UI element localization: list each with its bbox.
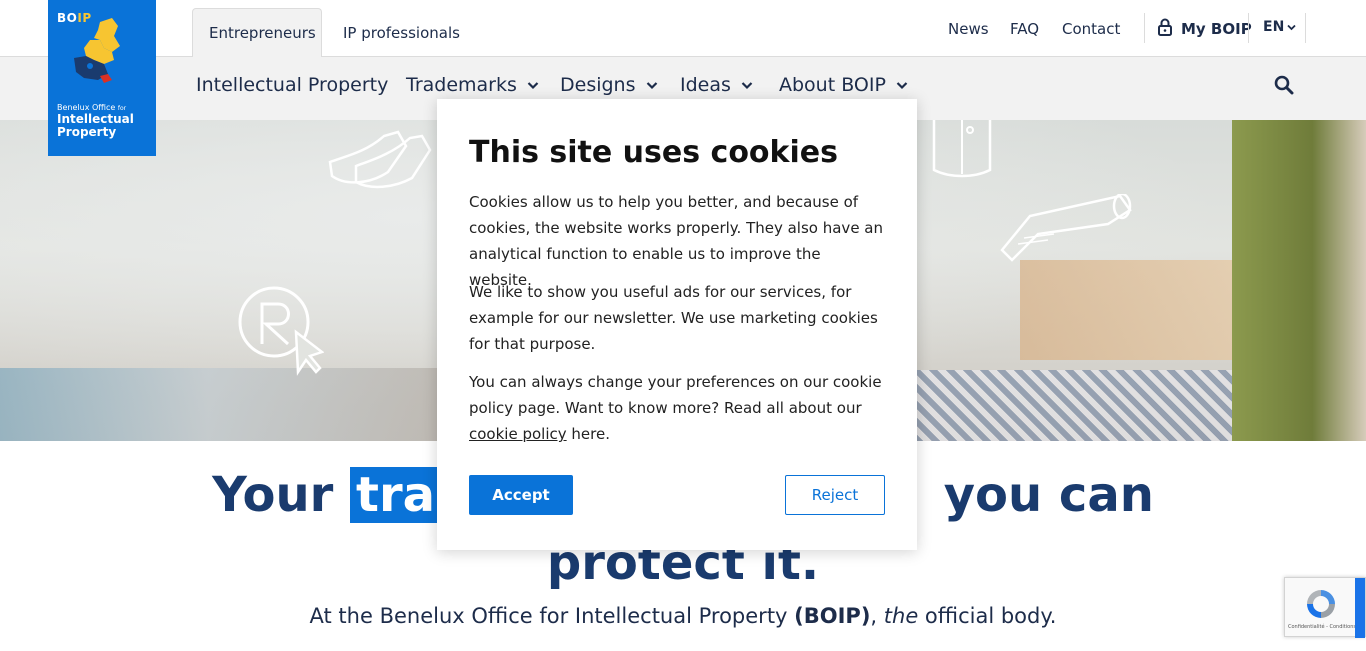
chevron-down-icon (646, 81, 657, 89)
my-boip-label: My BOIP (1181, 20, 1252, 38)
divider (1248, 13, 1249, 43)
headline-highlight: tra (350, 467, 442, 523)
fabric-roll-doodle-icon (1000, 194, 1132, 262)
hero-dress (1232, 120, 1366, 441)
nav-item-intellectual-property[interactable]: Intellectual Property (196, 74, 388, 96)
shoes-doodle-icon (328, 130, 432, 189)
reject-button[interactable]: Reject (785, 475, 885, 515)
recaptcha-icon (1307, 590, 1335, 618)
hero-lead: At the Benelux Office for Intellectual P… (309, 604, 1057, 628)
nav-item-trademarks[interactable]: Trademarks (406, 74, 539, 96)
language-label: EN (1263, 19, 1285, 35)
search-icon (1274, 75, 1294, 95)
search-button[interactable] (1274, 75, 1296, 97)
hero-wood-panel (1020, 260, 1250, 360)
lock-icon (1157, 18, 1173, 40)
contact-link[interactable]: Contact (1062, 20, 1120, 38)
tab-ip-professionals[interactable]: IP professionals (327, 9, 476, 58)
cookie-paragraph-1: Cookies allow us to help you better, and… (469, 193, 884, 289)
recaptcha-badge[interactable]: Confidentialité - Conditions (1284, 577, 1366, 638)
shirt-doodle-icon (932, 120, 992, 178)
accept-button[interactable]: Accept (469, 475, 573, 515)
chevron-down-icon (896, 81, 908, 89)
language-selector[interactable]: EN (1263, 19, 1296, 35)
nav-item-about-boip[interactable]: About BOIP (779, 74, 908, 96)
registered-trademark-doodle-icon (238, 286, 324, 376)
logo-title: Intellectual Property (57, 112, 134, 139)
logo-subtitle: Benelux Office for (57, 103, 127, 112)
my-boip-link[interactable]: My BOIP (1157, 18, 1252, 40)
cookie-paragraph-3: You can always change your preferences o… (469, 373, 882, 443)
cookie-consent-dialog: This site uses cookies Cookies allow us … (437, 99, 917, 550)
nav-item-label: Ideas (680, 74, 731, 96)
chevron-down-icon (1287, 19, 1296, 35)
tab-entrepreneurs[interactable]: Entrepreneurs (192, 8, 322, 57)
faq-link[interactable]: FAQ (1010, 20, 1039, 38)
chevron-down-icon (527, 81, 539, 89)
top-bar: Entrepreneurs IP professionals News FAQ … (0, 0, 1366, 57)
news-link[interactable]: News (948, 20, 989, 38)
divider (1144, 13, 1145, 43)
cookie-dialog-title: This site uses cookies (469, 135, 838, 170)
nav-item-ideas[interactable]: Ideas (680, 74, 753, 96)
hero-fabric (890, 370, 1270, 441)
nav-item-label: Designs (560, 74, 636, 96)
nav-item-label: Trademarks (406, 74, 517, 96)
benelux-map-icon (74, 18, 120, 83)
chevron-down-icon (741, 81, 753, 89)
nav-item-designs[interactable]: Designs (560, 74, 658, 96)
cookie-paragraph-2: We like to show you useful ads for our s… (469, 283, 878, 353)
boip-logo[interactable]: BOIP Benelux Office for Intellectual Prop… (48, 0, 156, 156)
nav-item-label: Intellectual Property (196, 74, 389, 96)
nav-item-label: About BOIP (779, 74, 886, 96)
recaptcha-tab (1355, 578, 1365, 638)
divider (1305, 13, 1306, 43)
cookie-policy-link[interactable]: cookie policy (469, 425, 567, 443)
recaptcha-footer[interactable]: Confidentialité - Conditions (1288, 624, 1356, 630)
